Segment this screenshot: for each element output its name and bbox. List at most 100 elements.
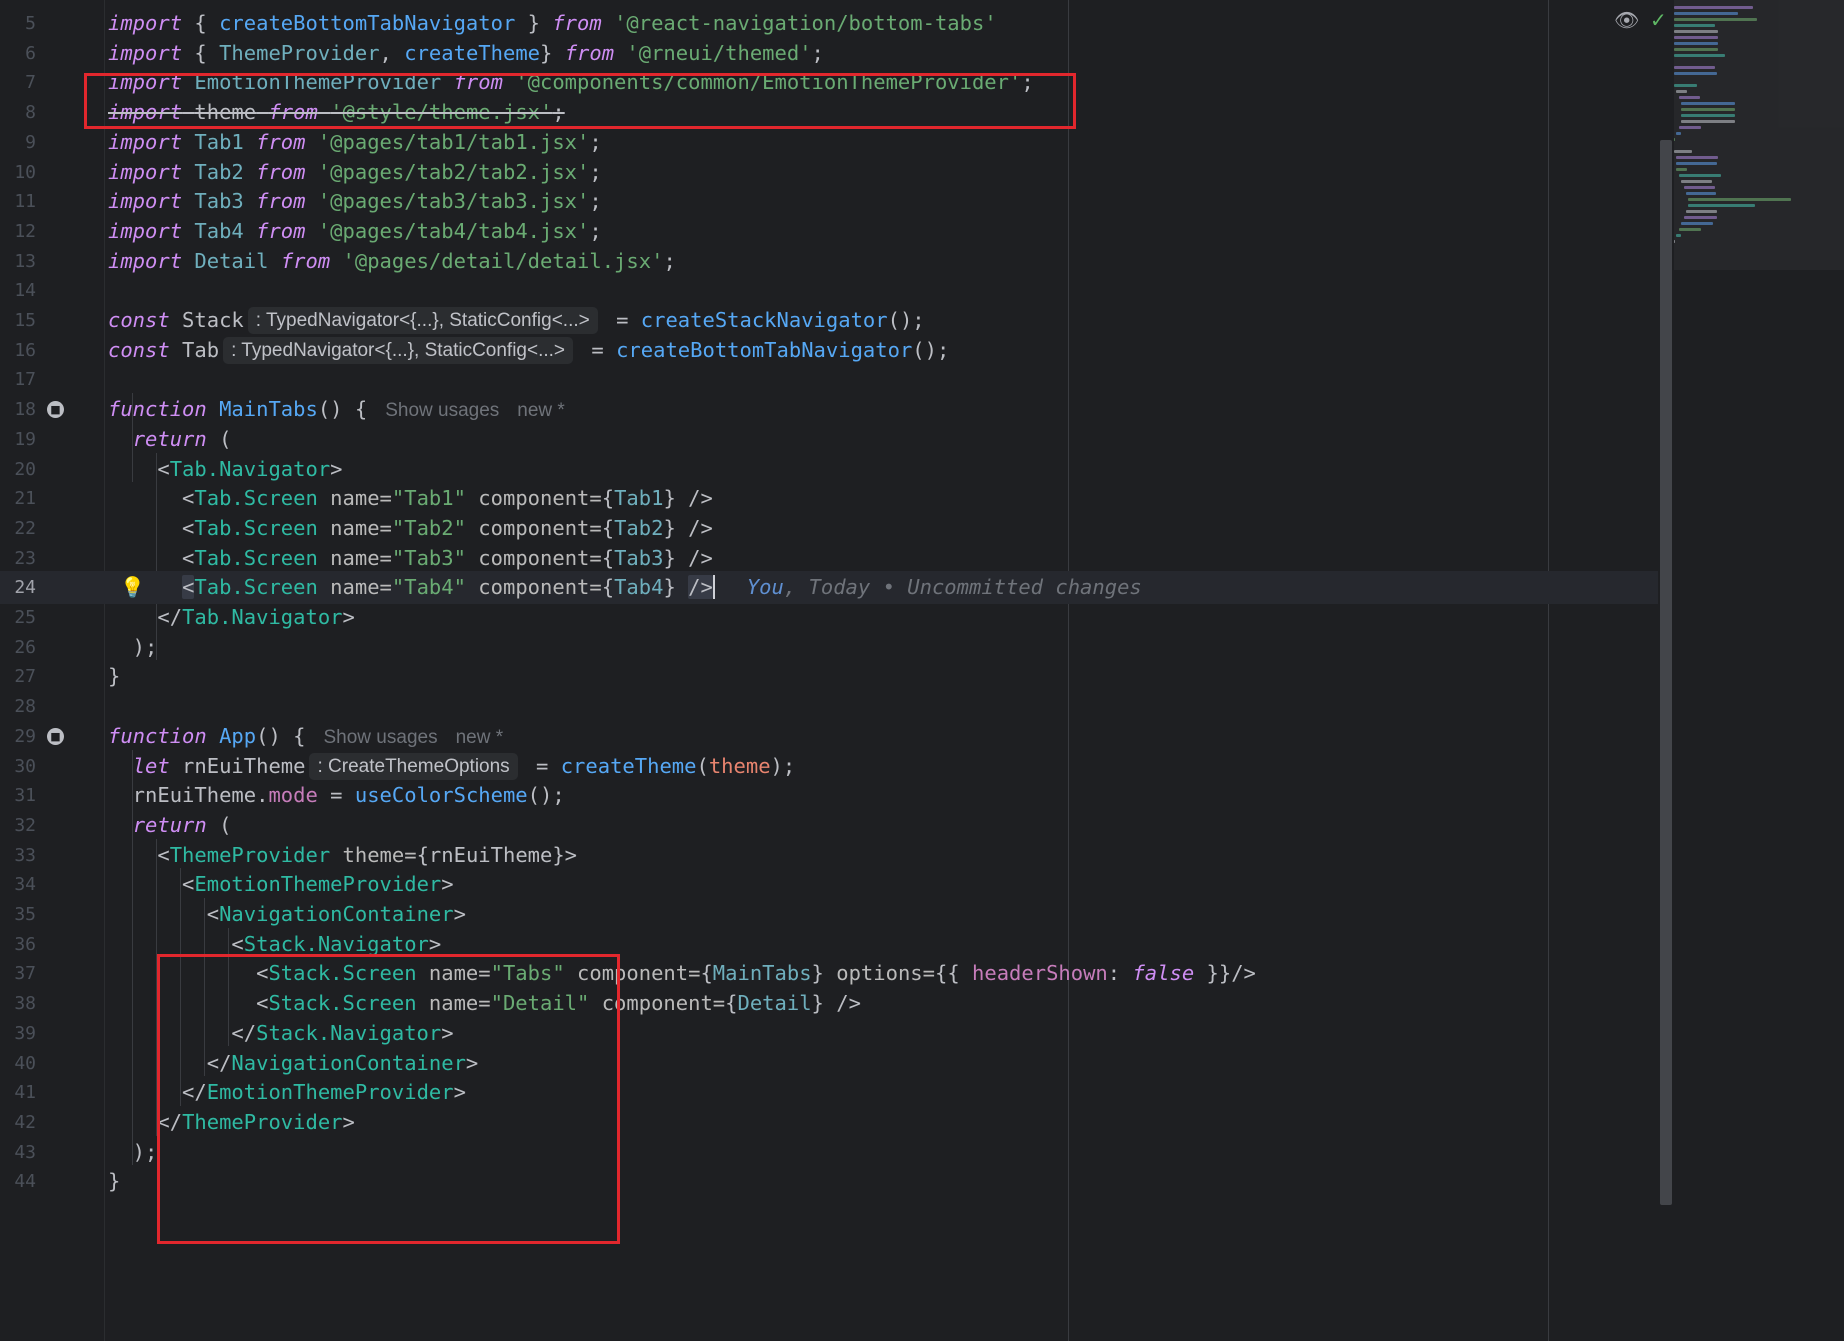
code-line[interactable]: 11 import Tab3 from '@pages/tab3/tab3.jsx… bbox=[0, 185, 1658, 218]
minimap[interactable] bbox=[1674, 0, 1844, 290]
code-line[interactable]: 33 <ThemeProvider theme={rnEuiTheme}> bbox=[0, 839, 1658, 872]
code-line[interactable]: 24 💡 <Tab.Screen name="Tab4" component={T… bbox=[0, 571, 1658, 605]
code-line[interactable]: 35 <NavigationContainer> bbox=[0, 898, 1658, 931]
code-line[interactable]: 25 </Tab.Navigator> bbox=[0, 601, 1658, 634]
show-usages-link[interactable]: Show usages bbox=[324, 727, 438, 748]
line-number[interactable]: 25 bbox=[0, 601, 36, 634]
code-text[interactable]: return ( bbox=[108, 809, 232, 842]
line-number[interactable]: 44 bbox=[0, 1165, 36, 1198]
code-text[interactable]: <Tab.Screen name="Tab4" component={Tab4}… bbox=[108, 571, 1142, 604]
line-number[interactable]: 16 bbox=[0, 334, 36, 367]
code-line[interactable]: 30 let rnEuiTheme: CreateThemeOptions = … bbox=[0, 750, 1658, 783]
line-number[interactable]: 35 bbox=[0, 898, 36, 931]
code-line[interactable]: 16 const Tab: TypedNavigator<{...}, Stati… bbox=[0, 334, 1658, 367]
code-line[interactable]: 21 <Tab.Screen name="Tab1" component={Ta… bbox=[0, 482, 1658, 515]
code-text[interactable]: import { createBottomTabNavigator } from… bbox=[108, 7, 997, 40]
code-line[interactable]: 22 <Tab.Screen name="Tab2" component={Ta… bbox=[0, 512, 1658, 545]
code-line[interactable]: 13 import Detail from '@pages/detail/deta… bbox=[0, 245, 1658, 278]
code-line[interactable]: 15 const Stack: TypedNavigator<{...}, Sta… bbox=[0, 304, 1658, 337]
code-text[interactable]: <Tab.Screen name="Tab2" component={Tab2}… bbox=[108, 512, 713, 545]
line-number[interactable]: 40 bbox=[0, 1047, 36, 1080]
code-line[interactable]: 27} bbox=[0, 660, 1658, 693]
line-number[interactable]: 13 bbox=[0, 245, 36, 278]
line-number[interactable]: 22 bbox=[0, 512, 36, 545]
code-text[interactable]: } bbox=[108, 1165, 120, 1198]
code-line[interactable]: 5 import { createBottomTabNavigator } fro… bbox=[0, 7, 1658, 40]
vertical-scrollbar[interactable] bbox=[1660, 140, 1672, 1205]
code-text[interactable]: </Tab.Navigator> bbox=[108, 601, 355, 634]
line-number[interactable]: 33 bbox=[0, 839, 36, 872]
code-editor[interactable]: 5 import { createBottomTabNavigator } fro… bbox=[0, 0, 1844, 1341]
line-number[interactable]: 14 bbox=[0, 274, 36, 307]
code-text[interactable]: rnEuiTheme.mode = useColorScheme(); bbox=[108, 779, 565, 812]
code-text[interactable]: <Tab.Navigator> bbox=[108, 453, 342, 486]
line-number[interactable]: 19 bbox=[0, 423, 36, 456]
code-line[interactable]: 6 import { ThemeProvider, createTheme} fr… bbox=[0, 37, 1658, 70]
code-text[interactable]: ); bbox=[108, 631, 158, 664]
code-text[interactable]: <Tab.Screen name="Tab3" component={Tab3}… bbox=[108, 542, 713, 575]
git-blame-annotation[interactable]: You, Today • Uncommitted changes bbox=[747, 575, 1142, 599]
code-vision-lens[interactable]: Show usages new * bbox=[385, 400, 565, 421]
code-line[interactable]: 31 rnEuiTheme.mode = useColorScheme(); bbox=[0, 779, 1658, 812]
line-number[interactable]: 41 bbox=[0, 1076, 36, 1109]
line-number[interactable]: 24 bbox=[0, 571, 36, 604]
line-number[interactable]: 6 bbox=[0, 37, 36, 70]
line-number[interactable]: 30 bbox=[0, 750, 36, 783]
code-text[interactable]: <EmotionThemeProvider> bbox=[108, 868, 454, 901]
code-line[interactable]: 28 bbox=[0, 690, 1658, 723]
line-number[interactable]: 23 bbox=[0, 542, 36, 575]
line-number[interactable]: 18 bbox=[0, 393, 36, 426]
code-line[interactable]: 14 bbox=[0, 274, 1658, 307]
line-number[interactable]: 11 bbox=[0, 185, 36, 218]
line-number[interactable]: 31 bbox=[0, 779, 36, 812]
code-line[interactable]: 26 ); bbox=[0, 631, 1658, 664]
line-number[interactable]: 39 bbox=[0, 1017, 36, 1050]
code-line[interactable]: 12 import Tab4 from '@pages/tab4/tab4.jsx… bbox=[0, 215, 1658, 248]
code-text[interactable]: import Tab3 from '@pages/tab3/tab3.jsx'; bbox=[108, 185, 602, 218]
new-author-hint[interactable]: new * bbox=[456, 727, 504, 748]
code-line[interactable]: 17 bbox=[0, 363, 1658, 396]
line-number[interactable]: 37 bbox=[0, 957, 36, 990]
line-number[interactable]: 8 bbox=[0, 96, 36, 129]
code-text[interactable]: return ( bbox=[108, 423, 232, 456]
line-number[interactable]: 5 bbox=[0, 7, 36, 40]
type-inlay-hint[interactable]: : CreateThemeOptions bbox=[309, 752, 518, 780]
line-number[interactable]: 32 bbox=[0, 809, 36, 842]
show-usages-link[interactable]: Show usages bbox=[385, 400, 499, 421]
line-number[interactable]: 42 bbox=[0, 1106, 36, 1139]
line-number[interactable]: 9 bbox=[0, 126, 36, 159]
code-text[interactable]: } bbox=[108, 660, 120, 693]
line-number[interactable]: 21 bbox=[0, 482, 36, 515]
implementation-marker-icon[interactable]: ■ bbox=[47, 401, 64, 419]
code-line[interactable]: 23 <Tab.Screen name="Tab3" component={Ta… bbox=[0, 542, 1658, 575]
line-number[interactable]: 15 bbox=[0, 304, 36, 337]
line-number[interactable]: 17 bbox=[0, 363, 36, 396]
line-number[interactable]: 29 bbox=[0, 720, 36, 753]
code-text[interactable]: <Tab.Screen name="Tab1" component={Tab1}… bbox=[108, 482, 713, 515]
line-number[interactable]: 34 bbox=[0, 868, 36, 901]
code-line[interactable]: 18 ■ function MainTabs() {Show usages new * bbox=[0, 393, 1658, 426]
code-line[interactable]: 29 ■ function App() {Show usages new * bbox=[0, 720, 1658, 753]
code-line[interactable]: 10 import Tab2 from '@pages/tab2/tab2.jsx… bbox=[0, 156, 1658, 189]
new-author-hint[interactable]: new * bbox=[517, 400, 565, 421]
code-text[interactable]: const Stack: TypedNavigator<{...}, Stati… bbox=[108, 304, 925, 337]
code-line[interactable]: 34 <EmotionThemeProvider> bbox=[0, 868, 1658, 901]
implementation-marker-icon[interactable]: ■ bbox=[47, 727, 64, 745]
line-number[interactable]: 28 bbox=[0, 690, 36, 723]
reader-mode-toggle-icon[interactable]: 👁︎ bbox=[1614, 8, 1639, 32]
code-line[interactable]: 32 return ( bbox=[0, 809, 1658, 842]
type-inlay-hint[interactable]: : TypedNavigator<{...}, StaticConfig<...… bbox=[223, 336, 574, 364]
line-number[interactable]: 43 bbox=[0, 1136, 36, 1169]
code-text[interactable]: const Tab: TypedNavigator<{...}, StaticC… bbox=[108, 334, 949, 367]
code-text[interactable]: ); bbox=[108, 1136, 158, 1169]
code-text[interactable]: <NavigationContainer> bbox=[108, 898, 466, 931]
line-number[interactable]: 12 bbox=[0, 215, 36, 248]
line-number[interactable]: 27 bbox=[0, 660, 36, 693]
code-text[interactable]: import Tab2 from '@pages/tab2/tab2.jsx'; bbox=[108, 156, 602, 189]
line-number[interactable]: 26 bbox=[0, 631, 36, 664]
type-inlay-hint[interactable]: : TypedNavigator<{...}, StaticConfig<...… bbox=[247, 307, 598, 334]
code-text[interactable]: import { ThemeProvider, createTheme} fro… bbox=[108, 37, 824, 70]
code-text[interactable]: import Tab1 from '@pages/tab1/tab1.jsx'; bbox=[108, 126, 602, 159]
code-text[interactable]: <ThemeProvider theme={rnEuiTheme}> bbox=[108, 839, 577, 872]
code-text[interactable]: import Detail from '@pages/detail/detail… bbox=[108, 245, 676, 278]
